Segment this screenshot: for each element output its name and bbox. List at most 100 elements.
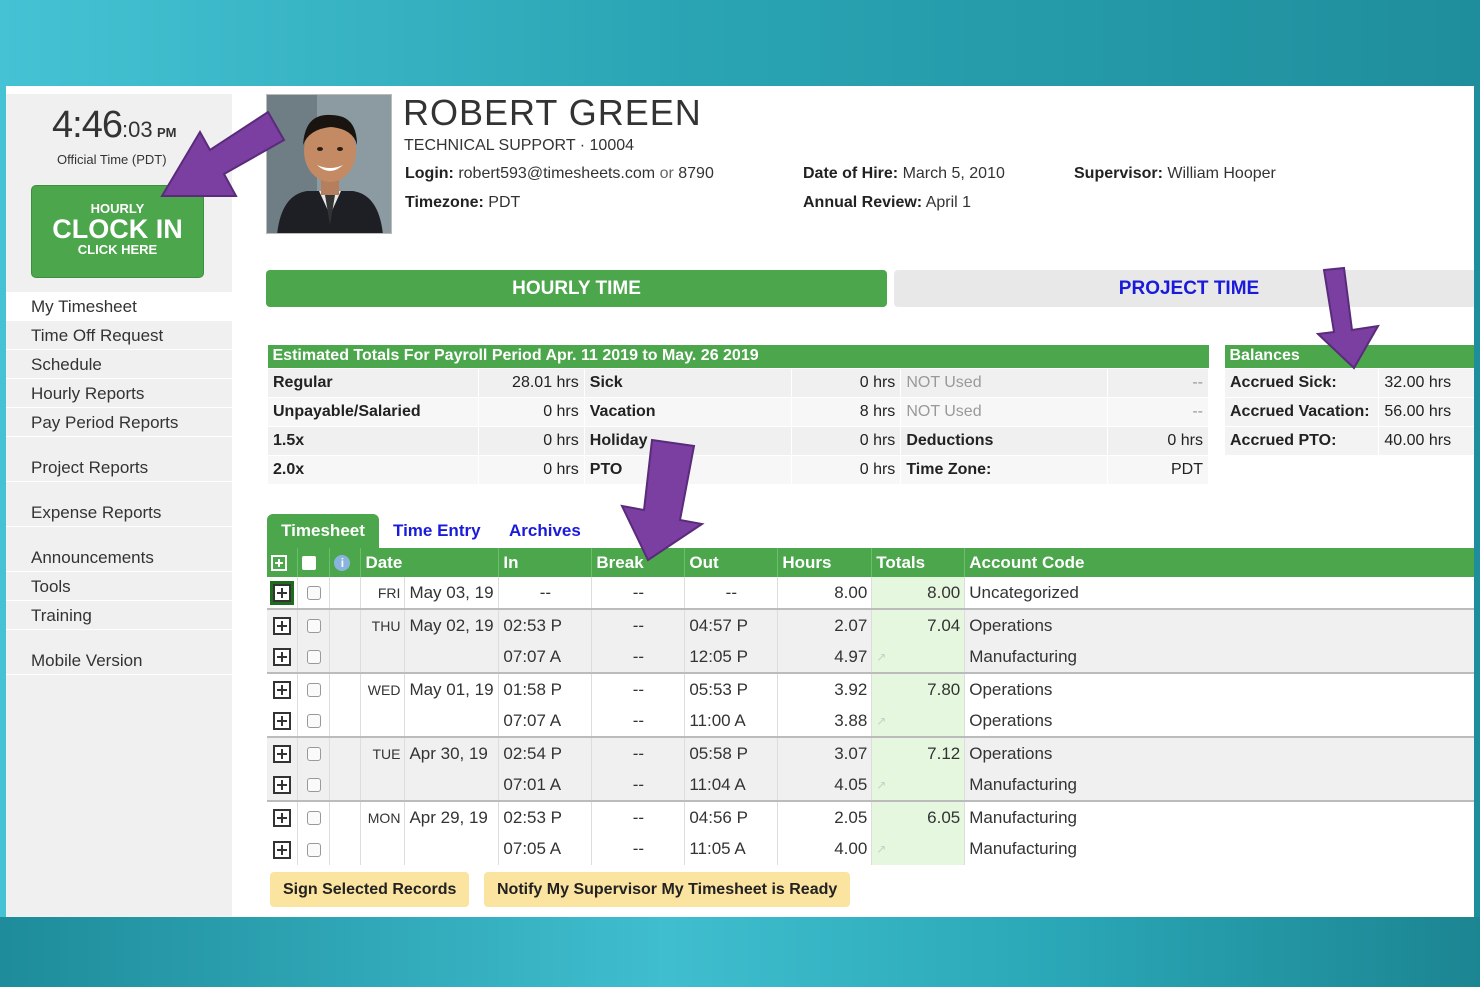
row-in-time[interactable]: -- (498, 577, 593, 609)
row-select-cell[interactable] (297, 672, 331, 705)
expand-icon[interactable] (273, 712, 292, 731)
tab-hourly-time[interactable]: HOURLY TIME (266, 270, 887, 307)
sidebar-item-my-timesheet[interactable]: My Timesheet (6, 292, 232, 321)
expand-icon[interactable] (273, 745, 292, 764)
row-select-cell[interactable] (297, 769, 331, 801)
row-account-code[interactable]: Manufacturing (964, 769, 1474, 801)
sidebar-item-schedule[interactable]: Schedule (6, 350, 232, 379)
row-in-time[interactable]: 07:07 A (498, 705, 593, 737)
row-checkbox[interactable] (306, 842, 321, 857)
row-break[interactable]: -- (591, 641, 686, 673)
row-in-time[interactable]: 02:53 P (498, 800, 593, 833)
row-in-time[interactable]: 02:54 P (498, 736, 593, 769)
info-icon[interactable]: i (334, 555, 351, 572)
row-out-time[interactable]: -- (684, 577, 779, 609)
row-break[interactable]: -- (591, 769, 686, 801)
row-in-time[interactable]: 01:58 P (498, 672, 593, 705)
row-account-code[interactable]: Operations (964, 736, 1474, 769)
expand-all-icon[interactable] (271, 555, 287, 572)
sidebar-item-pay-period-reports[interactable]: Pay Period Reports (6, 408, 232, 437)
row-out-time[interactable]: 11:05 A (684, 833, 779, 865)
row-checkbox[interactable] (306, 714, 321, 729)
row-checkbox[interactable] (306, 811, 321, 826)
row-select-cell[interactable] (297, 833, 331, 865)
table-row[interactable]: MON Apr 29, 19 02:53 P -- 04:56 P 2.05 6.05 Man… (267, 800, 1474, 833)
row-in-time[interactable]: 07:01 A (498, 769, 593, 801)
row-select-cell[interactable] (297, 641, 331, 673)
table-row[interactable]: 07:05 A -- 11:05 A 4.00 ↗ Manufacturing (267, 833, 1474, 865)
column-date[interactable]: Date (360, 548, 500, 577)
column-in[interactable]: In (498, 548, 593, 577)
sidebar-item-project-reports[interactable]: Project Reports (6, 453, 232, 482)
expand-icon[interactable] (273, 840, 292, 859)
clock-in-button[interactable]: HOURLY CLOCK IN CLICK HERE (31, 185, 204, 278)
row-out-time[interactable]: 11:04 A (684, 769, 779, 801)
expand-icon[interactable] (273, 681, 292, 700)
sidebar-item-training[interactable]: Training (6, 601, 232, 630)
tab-archives[interactable]: Archives (509, 514, 581, 548)
sidebar-item-hourly-reports[interactable]: Hourly Reports (6, 379, 232, 408)
row-out-time[interactable]: 04:57 P (684, 608, 779, 641)
table-row[interactable]: WED May 01, 19 01:58 P -- 05:53 P 3.92 7.80 Ope… (267, 672, 1474, 705)
table-row[interactable]: TUE Apr 30, 19 02:54 P -- 05:58 P 3.07 7.12 Ope… (267, 736, 1474, 769)
row-break[interactable]: -- (591, 705, 686, 737)
expand-icon[interactable] (273, 648, 292, 667)
table-row[interactable]: THU May 02, 19 02:53 P -- 04:57 P 2.07 7.04 Ope… (267, 608, 1474, 641)
row-account-code[interactable]: Manufacturing (964, 800, 1474, 833)
row-checkbox[interactable] (306, 619, 321, 634)
row-checkbox[interactable] (306, 747, 321, 762)
notify-supervisor-button[interactable]: Notify My Supervisor My Timesheet is Rea… (484, 872, 851, 907)
row-select-cell[interactable] (297, 800, 331, 833)
row-break[interactable]: -- (591, 608, 686, 641)
table-row[interactable]: 07:07 A -- 11:00 A 3.88 ↗ Operations (267, 705, 1474, 737)
row-account-code[interactable]: Manufacturing (964, 641, 1474, 673)
row-break[interactable]: -- (591, 672, 686, 705)
row-expand-cell[interactable] (267, 833, 299, 865)
row-out-time[interactable]: 11:00 A (684, 705, 779, 737)
table-row[interactable]: FRI May 03, 19 -- -- -- 8.00 8.00 Uncategorized (267, 577, 1474, 609)
row-account-code[interactable]: Operations (964, 672, 1474, 705)
row-checkbox[interactable] (306, 778, 321, 793)
row-in-time[interactable]: 07:05 A (498, 833, 593, 865)
row-account-code[interactable]: Uncategorized (964, 577, 1474, 609)
column-hours[interactable]: Hours (777, 548, 873, 577)
row-expand-cell[interactable] (267, 769, 299, 801)
sidebar-item-announcements[interactable]: Announcements (6, 543, 232, 572)
table-row[interactable]: 07:07 A -- 12:05 P 4.97 ↗ Manufacturing (267, 641, 1474, 673)
expand-icon[interactable] (273, 809, 292, 828)
row-expand-cell[interactable] (267, 672, 299, 705)
tab-timesheet[interactable]: Timesheet (267, 514, 379, 548)
row-checkbox[interactable] (306, 586, 321, 601)
row-out-time[interactable]: 04:56 P (684, 800, 779, 833)
row-expand-cell[interactable] (267, 800, 299, 833)
row-select-cell[interactable] (297, 705, 331, 737)
expand-icon[interactable] (273, 776, 292, 795)
column-break[interactable]: Break (591, 548, 686, 577)
sidebar-item-time-off-request[interactable]: Time Off Request (6, 321, 232, 350)
select-all-cell[interactable] (297, 548, 331, 577)
column-totals[interactable]: Totals (871, 548, 966, 577)
row-checkbox[interactable] (306, 683, 321, 698)
tab-time-entry[interactable]: Time Entry (393, 514, 481, 548)
row-in-time[interactable]: 07:07 A (498, 641, 593, 673)
row-out-time[interactable]: 05:53 P (684, 672, 779, 705)
expand-icon[interactable] (273, 617, 292, 636)
expand-icon[interactable] (270, 581, 295, 606)
row-break[interactable]: -- (591, 736, 686, 769)
row-account-code[interactable]: Operations (964, 705, 1474, 737)
select-all-checkbox[interactable] (302, 556, 317, 571)
row-account-code[interactable]: Operations (964, 608, 1474, 641)
row-checkbox[interactable] (306, 650, 321, 665)
column-out[interactable]: Out (684, 548, 779, 577)
row-break[interactable]: -- (591, 833, 686, 865)
row-break[interactable]: -- (591, 577, 686, 609)
column-account-code[interactable]: Account Code (964, 548, 1474, 577)
row-out-time[interactable]: 12:05 P (684, 641, 779, 673)
tab-project-time[interactable]: PROJECT TIME (894, 270, 1474, 307)
row-select-cell[interactable] (297, 608, 331, 641)
row-break[interactable]: -- (591, 800, 686, 833)
table-row[interactable]: 07:01 A -- 11:04 A 4.05 ↗ Manufacturing (267, 769, 1474, 801)
sidebar-item-tools[interactable]: Tools (6, 572, 232, 601)
sidebar-item-expense-reports[interactable]: Expense Reports (6, 498, 232, 527)
row-expand-cell[interactable] (267, 641, 299, 673)
